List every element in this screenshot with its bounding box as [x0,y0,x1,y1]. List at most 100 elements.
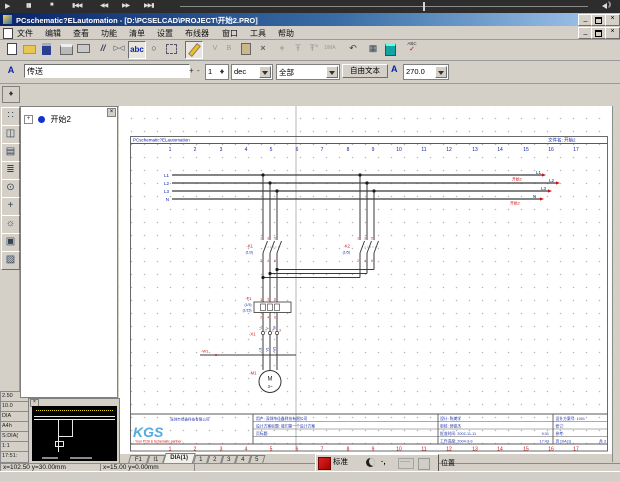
svg-text:14: 14 [497,447,503,453]
font-icon[interactable]: A [3,63,19,79]
ime-input-method-icon[interactable] [318,457,331,470]
menu-file[interactable]: 文件 [17,28,33,39]
bus-label-icon[interactable]: B [221,41,237,57]
menu-functions[interactable]: 功能 [101,28,117,39]
center-symbol-icon[interactable]: ◫ [1,125,20,144]
thermal-relay-f1[interactable]: -F1 (1/3) (1/15) 135 246 [243,296,291,320]
grid-points-icon[interactable]: ∷ [1,107,20,126]
tree-root-item[interactable]: + 开始2 [24,114,71,125]
panel-close-icon[interactable]: × [107,108,116,117]
forward-icon[interactable]: ▶▶ [122,2,129,9]
reference-point-icon[interactable]: Ŧ [290,41,306,57]
close-button[interactable]: × [605,14,620,26]
svg-text:L2: L2 [164,181,170,186]
free-text-button[interactable]: 自由文本 [342,64,388,78]
ime-options-icon[interactable] [418,458,430,470]
child-close-button[interactable]: × [605,27,620,39]
save-icon[interactable] [38,41,54,57]
new-icon[interactable] [4,41,20,57]
project-explorer-panel: × + 开始2 [20,106,118,398]
text-mode-button[interactable]: abc [128,41,146,59]
svg-text:1: 1 [265,329,267,333]
unit-dropdown[interactable]: dec [231,64,273,80]
menu-lists[interactable]: 清单 [129,28,145,39]
symbols-icon[interactable]: ▷◁ [111,41,127,57]
area-select-icon[interactable] [163,41,179,57]
dma-icon[interactable]: DMA [322,41,338,57]
menu-edit[interactable]: 编辑 [45,28,61,39]
schematic-canvas[interactable]: PCschematic?ELautomation 文件名: 开始2 12 34 … [119,106,612,454]
rotate-text-icon[interactable]: A [391,64,398,74]
svg-text:10: 10 [396,147,402,153]
document-icon[interactable] [3,28,13,39]
crosshair-icon[interactable]: + [1,197,20,216]
decrease-button[interactable]: - [197,66,200,75]
menu-router[interactable]: 布线器 [185,28,209,39]
media-slider-thumb[interactable] [423,2,425,11]
scope-dropdown[interactable]: 全部 [276,64,340,80]
m1-phase: 3~ [268,384,273,389]
motor-m1[interactable]: M 3~ -M1 [249,371,281,393]
save-view-icon[interactable]: ▣ [1,233,20,252]
column-numbers-top: 12 34 56 78 910 1112 1314 1516 17 [169,147,579,153]
list-icon[interactable]: ≣ [1,161,20,180]
ime-punctuation-button[interactable]: ·, [381,456,386,468]
menu-settings[interactable]: 设置 [157,28,173,39]
text-toolbar: A + - 1 dec 全部 自由文本 A 270.0 [0,60,620,84]
app-icon [3,15,12,24]
preview-content[interactable] [32,406,117,461]
bus-labels-left: L1L2 L3N [164,173,170,202]
pause-icon[interactable]: ▮▮ [26,2,31,9]
svg-text:L3: L3 [164,189,170,194]
move-icon[interactable]: + [274,41,290,57]
svg-text:4: 4 [267,259,269,263]
pencil-icon[interactable] [185,41,203,59]
menu-window[interactable]: 窗口 [222,28,238,39]
zoom-icon[interactable]: ⊙ [1,179,20,198]
undo-icon[interactable]: ↶ [345,41,361,57]
increase-button[interactable]: + [189,66,194,75]
restore-button[interactable] [591,14,606,26]
draw-lines-icon[interactable]: // [95,41,111,57]
paste-icon[interactable] [238,41,254,57]
play-icon[interactable]: ▶ [5,2,9,10]
text-value-input[interactable] [24,64,190,78]
skip-end-icon[interactable]: ▶▶▮ [144,2,154,9]
angle-dropdown[interactable]: 270.0 [403,64,449,80]
menu-help[interactable]: 帮助 [278,28,294,39]
m1-name: -M1 [249,371,257,376]
print-settings-icon[interactable] [75,41,91,57]
ime-mode-button[interactable]: 标准 [333,456,348,468]
tb-designer: 设计: 陈美学 [440,416,461,421]
ime-keyboard-icon[interactable] [398,458,414,469]
menu-view[interactable]: 查看 [73,28,89,39]
volume-icon[interactable] [599,3,607,9]
media-slider-track[interactable] [180,6,588,7]
svg-text:9: 9 [372,447,375,453]
ime-fullwidth-icon[interactable] [366,458,375,467]
open-folder-icon[interactable] [21,41,37,57]
contactor-k2[interactable]: -K2 (1/5) 135 246 [343,237,379,264]
rewind-icon[interactable]: ◀◀ [100,2,107,9]
component-3d-icon[interactable] [382,41,398,57]
tree-item-label[interactable]: 开始2 [50,115,70,124]
note-icon[interactable]: ▨ [1,251,20,270]
k2-name: -K2 [343,244,350,249]
symbol-page-stepper[interactable] [2,86,20,103]
database-icon[interactable]: ▦ [365,41,381,57]
print-icon[interactable] [58,41,74,57]
catalog-icon[interactable]: ▤ [1,143,20,162]
text-size-stepper[interactable]: 1 [205,64,229,80]
circle-mode-icon[interactable]: ○ [146,41,162,57]
delete-icon[interactable]: × [255,41,271,57]
skip-start-icon[interactable]: ▮◀◀ [72,2,82,9]
contactor-k1[interactable]: -K1 (1/3) 135 246 [246,237,282,264]
vertical-scrollbar[interactable] [612,106,620,462]
reference-point2-icon[interactable]: Ŧ° [306,41,322,57]
settings-gear-icon[interactable]: ☼ [1,215,20,234]
stop-icon[interactable]: ■ [50,2,53,8]
tree-expand-icon[interactable]: + [24,115,33,124]
child-restore-button[interactable] [591,27,606,39]
spellcheck-icon[interactable]: ABC✓ [404,40,420,56]
menu-tools[interactable]: 工具 [250,28,266,39]
